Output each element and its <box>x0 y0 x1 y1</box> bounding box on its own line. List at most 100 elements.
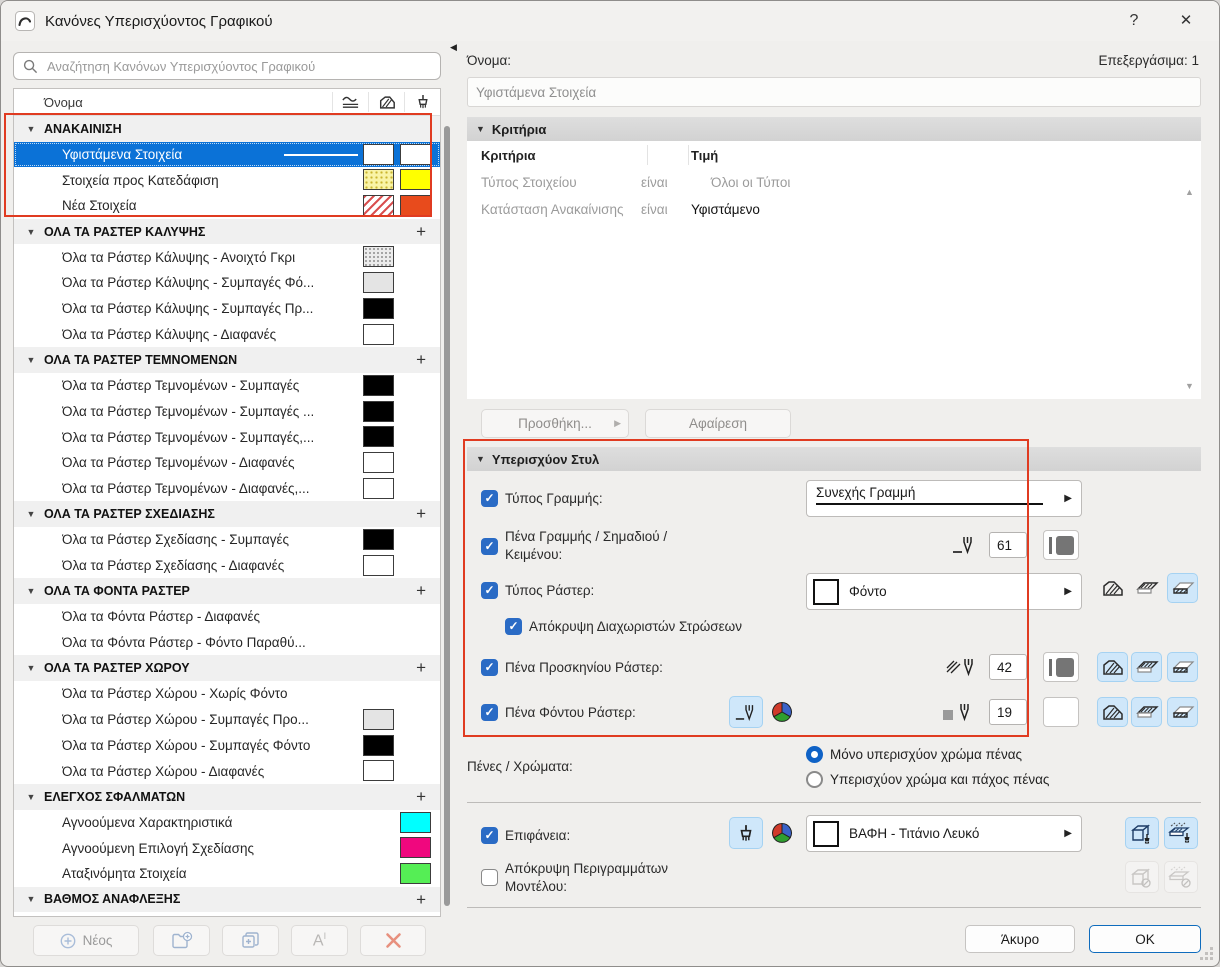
pen-color-only-label[interactable]: Μόνο υπερισχύον χρώμα πένας <box>830 747 1022 762</box>
hide-uncut-outlines-toggle[interactable] <box>1125 861 1159 893</box>
add-rule-icon[interactable]: + <box>416 887 426 913</box>
remove-criterion-button[interactable]: Αφαίρεση <box>645 409 791 438</box>
list-scrollbar[interactable] <box>444 126 450 906</box>
surface-paint-button[interactable] <box>729 817 763 849</box>
list-item[interactable]: ▼ ΟΛΑ ΤΑ ΡΑΣΤΕΡ ΚΑΛΥΨΗΣ + <box>14 218 440 245</box>
list-item[interactable]: ▼ Όλα τα Ράστερ Τεμνομένων - Διαφανές,..… <box>14 475 440 502</box>
new-rule-button[interactable]: Νέος <box>33 925 139 956</box>
line-type-dropdown[interactable]: Συνεχής Γραμμή ▶ <box>806 480 1082 517</box>
pen-color-weight-radio[interactable] <box>806 771 823 788</box>
collapse-triangle-icon[interactable]: ▼ <box>22 586 40 596</box>
fill-column-icon[interactable] <box>368 92 404 112</box>
list-item[interactable]: ▼ ΒΑΘΜΟΣ ΑΝΑΦΛΕΞΗΣ + <box>14 886 440 913</box>
list-item[interactable]: ▼ ΑΝΑΚΑΙΝΙΣΗ + <box>14 116 440 142</box>
bg-cover-toggle[interactable] <box>1131 697 1162 727</box>
search-input[interactable] <box>45 57 440 75</box>
list-item[interactable]: ▼ ΟΛΑ ΤΑ ΡΑΣΤΕΡ ΤΕΜΝΟΜΕΝΩΝ + <box>14 347 440 373</box>
add-rule-icon[interactable]: + <box>416 784 426 810</box>
list-item[interactable]: ▼ Στοιχεία προς Κατεδάφιση + <box>14 167 440 194</box>
list-item[interactable]: ▼ Υφιστάμενα Στοιχεία + <box>14 141 440 168</box>
collapse-triangle-icon[interactable]: ▼ <box>22 124 40 134</box>
collapse-triangle-icon[interactable]: ▼ <box>22 663 40 673</box>
list-item[interactable]: ▼ Όλα τα Ράστερ Σχεδίασης - Συμπαγές + <box>14 527 440 553</box>
criteria-section-header[interactable]: ▼ Κριτήρια <box>467 117 1201 141</box>
hide-outlines-checkbox[interactable] <box>481 869 498 886</box>
list-item[interactable]: ▼ Όλα τα Ράστερ Τεμνομένων - Συμπαγές,..… <box>14 424 440 450</box>
list-item[interactable]: ▼ Όλα τα Ράστερ Χώρου - Συμπαγές Προ... … <box>14 706 440 733</box>
surface-column-icon[interactable] <box>404 92 440 112</box>
list-item[interactable]: ▼ Όλα τα Ράστερ Τεμνομένων - Διαφανές + <box>14 449 440 476</box>
fg-cut-toggle[interactable] <box>1167 652 1198 682</box>
list-item[interactable]: ▼ Όλα τα Ράστερ Χώρου - Χωρίς Φόντο + <box>14 681 440 707</box>
bg-drafting-toggle[interactable] <box>1097 697 1128 727</box>
ok-button[interactable]: OK <box>1089 925 1201 953</box>
line-pen-checkbox[interactable] <box>481 538 498 555</box>
fill-type-checkbox[interactable] <box>481 582 498 599</box>
list-item[interactable]: ▼ Όλα τα Φόντα Ράστερ - Φόντο Παραθύ... … <box>14 629 440 656</box>
collapse-triangle-icon[interactable]: ▼ <box>22 894 40 904</box>
list-item[interactable]: ▼ Όλα τα Ράστερ Τεμνομένων - Συμπαγές ..… <box>14 398 440 425</box>
list-item[interactable]: ▼ Όλα τα Ράστερ Κάλυψης - Συμπαγές Πρ...… <box>14 295 440 322</box>
list-item[interactable]: ▼ Αταξινόμητα Στοιχεία + <box>14 860 440 887</box>
add-rule-icon[interactable]: + <box>416 655 426 681</box>
linetype-column-icon[interactable] <box>332 92 368 112</box>
list-item[interactable]: ▼ Αγνοούμενη Επιλογή Σχεδίασης + <box>14 835 440 861</box>
hide-cut-outlines-toggle[interactable] <box>1164 861 1198 893</box>
list-item[interactable]: ▼ Νέα Στοιχεία + <box>14 193 440 219</box>
list-item[interactable]: ▼ ΟΛΑ ΤΑ ΡΑΣΤΕΡ ΧΩΡΟΥ + <box>14 655 440 682</box>
line-pen-number-field[interactable] <box>989 532 1027 558</box>
close-button[interactable]: ✕ <box>1171 9 1201 33</box>
add-rule-icon[interactable]: + <box>416 219 426 245</box>
fg-pen-color-button[interactable] <box>1043 652 1079 682</box>
cover-fills-toggle[interactable] <box>1131 573 1162 603</box>
fg-pen-number-field[interactable] <box>989 654 1027 680</box>
scroll-up-icon[interactable]: ▲ <box>1185 187 1194 197</box>
rule-name-field[interactable] <box>467 77 1201 107</box>
add-rule-icon[interactable]: + <box>416 501 426 527</box>
paint-cut-surfaces-toggle[interactable] <box>1164 817 1198 849</box>
surface-checkbox[interactable] <box>481 827 498 844</box>
bg-pen-color-button[interactable] <box>1043 697 1079 727</box>
bg-pen-mode-button[interactable] <box>729 696 763 728</box>
rename-button[interactable]: AI <box>291 925 348 956</box>
add-rule-icon[interactable]: + <box>416 578 426 604</box>
override-style-section-header[interactable]: ▼ Υπερισχύον Στυλ <box>467 447 1201 471</box>
list-item[interactable]: ▼ ΕΛΕΓΧΟΣ ΣΦΑΛΜΑΤΩΝ + <box>14 783 440 810</box>
bg-pen-checkbox[interactable] <box>481 704 498 721</box>
duplicate-button[interactable] <box>222 925 279 956</box>
cancel-button[interactable]: Άκυρο <box>965 925 1075 953</box>
list-item[interactable]: ▼ Όλα τα Ράστερ Χώρου - Διαφανές + <box>14 758 440 784</box>
collapse-triangle-icon[interactable]: ▼ <box>22 792 40 802</box>
fg-pen-checkbox[interactable] <box>481 659 498 676</box>
collapse-triangle-icon[interactable]: ▼ <box>22 227 40 237</box>
scroll-down-icon[interactable]: ▼ <box>1185 381 1194 391</box>
list-item[interactable]: ▼ ΟΛΑ ΤΑ ΦΟΝΤΑ ΡΑΣΤΕΡ + <box>14 578 440 605</box>
collapse-triangle-icon[interactable]: ▼ <box>22 355 40 365</box>
drafting-fills-toggle[interactable] <box>1097 573 1128 603</box>
line-pen-color-button[interactable] <box>1043 530 1079 560</box>
bg-cut-toggle[interactable] <box>1167 697 1198 727</box>
list-item[interactable]: ▼ Αγνοούμενα Χαρακτηριστικά + <box>14 809 440 836</box>
cut-fills-toggle[interactable] <box>1167 573 1198 603</box>
add-rule-icon[interactable]: + <box>416 347 426 373</box>
fg-drafting-toggle[interactable] <box>1097 652 1128 682</box>
hide-skin-separators-checkbox[interactable] <box>505 618 522 635</box>
name-column-header[interactable]: Όνομα <box>44 95 332 110</box>
delete-button[interactable] <box>360 925 426 956</box>
list-item[interactable]: ▼ Όλα τα Ράστερ Κάλυψης - Ανοιχτό Γκρι + <box>14 244 440 271</box>
pen-color-weight-label[interactable]: Υπερισχύον χρώμα και πάχος πένας <box>830 772 1049 787</box>
fg-cover-toggle[interactable] <box>1131 652 1162 682</box>
panel-collapse-icon[interactable]: ◀ <box>450 42 457 53</box>
add-criterion-button[interactable]: Προσθήκη... ▶ <box>481 409 629 438</box>
fill-type-dropdown[interactable]: Φόντο ▶ <box>806 573 1082 610</box>
criteria-row[interactable]: Τύπος Στοιχείου είναι Όλοι οι Τύποι <box>467 169 1201 196</box>
list-item[interactable]: ▼ Όλα τα Ράστερ Σχεδίασης - Διαφανές + <box>14 552 440 579</box>
list-item[interactable]: ▼ Όλα τα Ράστερ Κάλυψης - Συμπαγές Φό...… <box>14 270 440 296</box>
list-item[interactable]: ▼ ΟΛΑ ΤΑ ΡΑΣΤΕΡ ΣΧΕΔΙΑΣΗΣ + <box>14 501 440 527</box>
criteria-row[interactable]: Κατάσταση Ανακαίνισης είναι Υφιστάμενο <box>467 196 1201 223</box>
color-wheel-icon[interactable] <box>771 701 793 723</box>
resize-grip[interactable] <box>1197 944 1213 960</box>
new-folder-button[interactable] <box>153 925 210 956</box>
pen-color-only-radio[interactable] <box>806 746 823 763</box>
help-button[interactable]: ? <box>1119 9 1149 33</box>
